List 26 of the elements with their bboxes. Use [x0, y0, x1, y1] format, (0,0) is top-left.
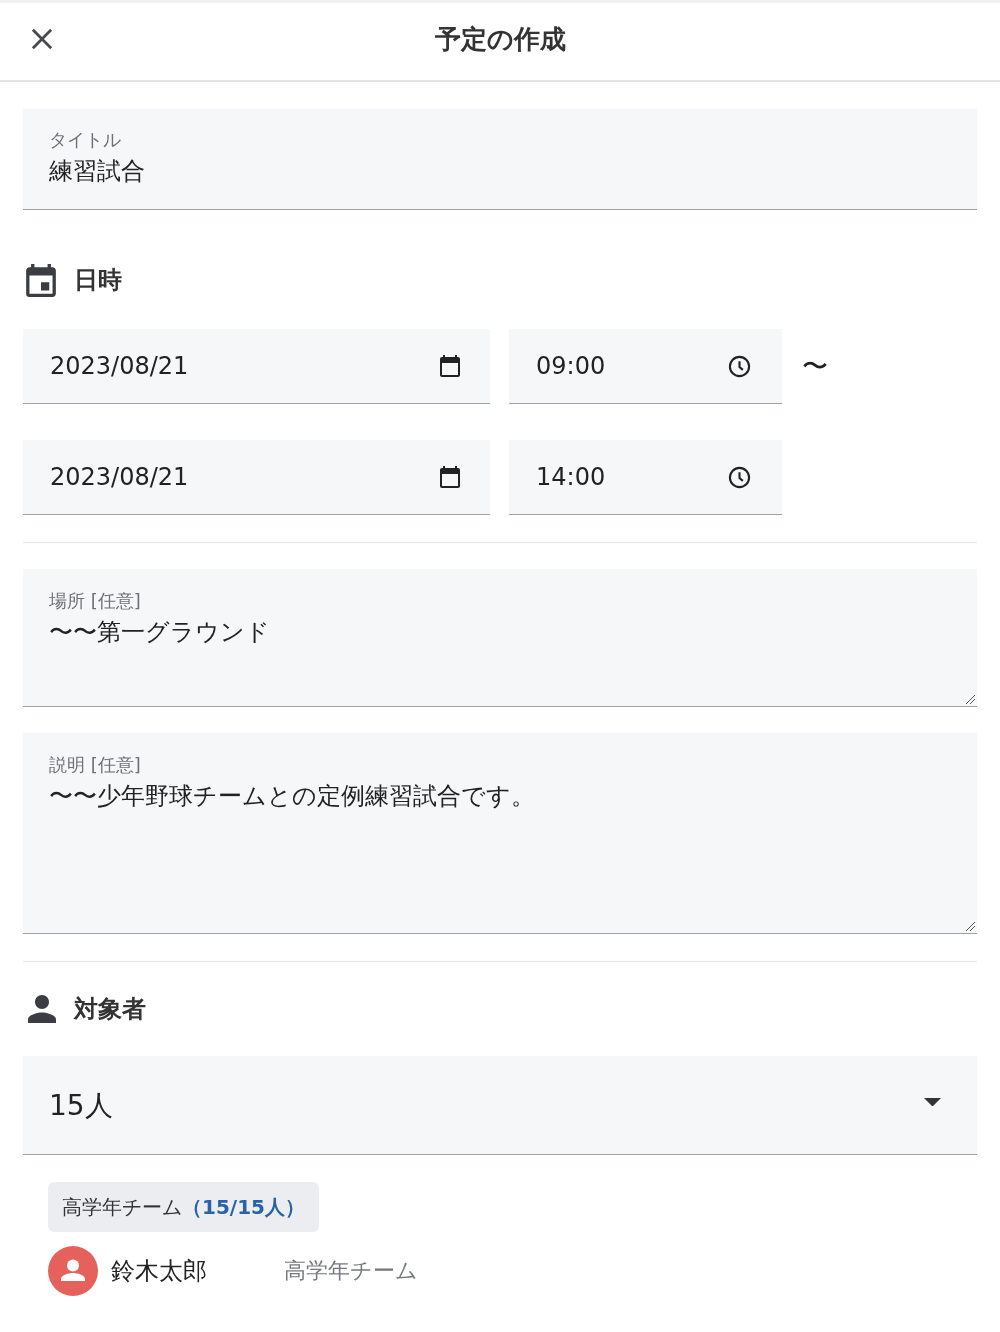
avatar-icon: [48, 1246, 98, 1296]
resize-handle-icon[interactable]: [965, 694, 975, 704]
range-separator: 〜: [802, 350, 828, 383]
resize-handle-icon[interactable]: [965, 921, 975, 931]
calendar-icon: [440, 355, 460, 377]
date-field[interactable]: 2023/08/21: [23, 440, 490, 515]
time-field[interactable]: 09:00: [509, 329, 782, 404]
date-field[interactable]: 2023/08/21: [23, 329, 490, 404]
close-icon: [31, 28, 53, 50]
section-heading: 日時: [74, 265, 122, 296]
group-chip: 高学年チーム（15/15人）: [48, 1182, 319, 1232]
calendar-icon: [26, 263, 56, 297]
time-field[interactable]: 14:00: [509, 440, 782, 515]
location-field[interactable]: 場所 [任意] 〜〜第一グラウンド: [23, 569, 977, 707]
title-field[interactable]: タイトル 練習試合: [23, 109, 977, 210]
dialog-title: 予定の作成: [434, 23, 566, 56]
clock-icon: [728, 465, 751, 489]
audience-select[interactable]: 15人: [23, 1056, 977, 1155]
clock-icon: [728, 354, 751, 378]
section-heading: 対象者: [74, 994, 146, 1025]
member-team: 高学年チーム: [284, 1257, 418, 1285]
member-name: 鈴木太郎: [111, 1256, 208, 1287]
calendar-icon: [440, 466, 460, 488]
person-icon: [28, 995, 56, 1023]
description-field[interactable]: 説明 [任意] 〜〜少年野球チームとの定例練習試合です。: [23, 733, 977, 934]
caret-icon: [924, 1097, 941, 1107]
